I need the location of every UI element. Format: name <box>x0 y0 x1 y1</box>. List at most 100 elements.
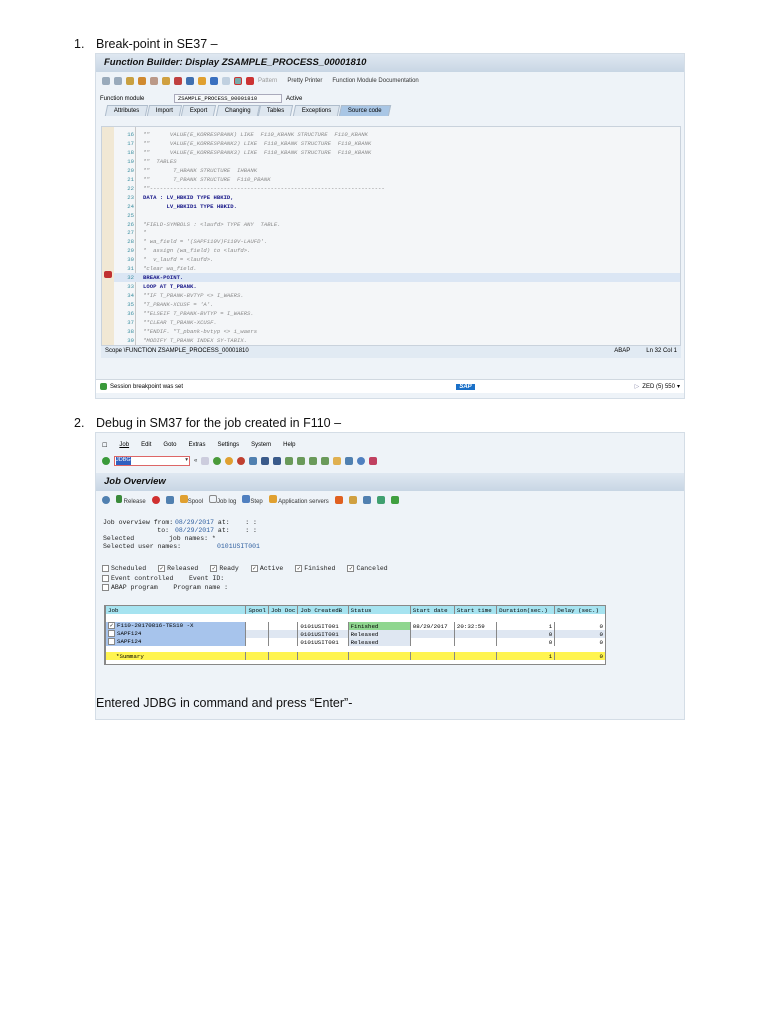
menu-job[interactable]: Job <box>119 442 129 449</box>
sort-ascending-icon[interactable] <box>376 495 385 504</box>
activate-icon[interactable] <box>150 76 158 85</box>
toggle-icon[interactable] <box>126 76 134 85</box>
code-line[interactable]: 20 *" T_HBANK STRUCTURE IHBANK <box>114 166 680 175</box>
checkbox[interactable] <box>102 565 109 572</box>
system-info[interactable]: ZED (5) 550 <box>642 384 675 390</box>
hierarchy-icon[interactable] <box>210 76 218 85</box>
column-header[interactable]: Start date <box>409 606 455 614</box>
details-icon[interactable] <box>334 495 343 504</box>
code-line[interactable]: 32 BREAK-POINT. <box>114 273 680 283</box>
tab-tables[interactable]: Tables <box>258 105 294 116</box>
menu-edit[interactable]: Edit <box>141 442 151 449</box>
table-row[interactable]: ✓ F110-20170816-TES10 -X 0101USIT001 Finish… <box>104 622 605 630</box>
dropdown-icon[interactable]: ▾ <box>677 383 680 390</box>
checkbox[interactable]: ✓ <box>210 565 218 572</box>
test-icon[interactable] <box>162 76 170 85</box>
navigation-icon[interactable] <box>198 76 206 85</box>
grid-icon[interactable] <box>348 495 357 504</box>
column-header[interactable]: Job CreatedB <box>297 606 349 614</box>
last-page-icon[interactable] <box>321 456 330 465</box>
column-header[interactable]: Job <box>104 606 246 614</box>
breakpoint-gutter[interactable] <box>102 127 114 345</box>
column-header[interactable]: Job Doc <box>267 606 298 614</box>
code-line[interactable]: 30 * v_laufd = <laufd>. <box>114 255 680 264</box>
menu-goto[interactable]: Goto <box>163 442 176 449</box>
set-breakpoint-icon[interactable] <box>234 76 242 85</box>
row-checkbox[interactable]: ✓ <box>108 622 115 630</box>
spool-button[interactable]: Spool <box>179 494 203 505</box>
code-line[interactable]: 31 *clear wa_field. <box>114 264 680 273</box>
code-line[interactable]: 16 *" VALUE(E_KORRESPBANK) LIKE F110_KBAN… <box>114 130 680 139</box>
column-header[interactable]: Spool <box>245 606 269 614</box>
back-icon[interactable] <box>213 456 222 465</box>
play-icon[interactable]: ▷ <box>635 383 640 390</box>
exit-icon[interactable] <box>225 456 234 465</box>
filter-scheduled[interactable]: Scheduled <box>102 565 146 572</box>
filter-ready[interactable]: ✓ Ready <box>210 565 239 572</box>
find-icon[interactable] <box>261 456 270 465</box>
tab-exceptions[interactable]: Exceptions <box>292 105 341 116</box>
cancel-icon[interactable] <box>237 456 246 465</box>
table-row[interactable]: SAPF124 0101USIT001 Released 0 0 <box>104 630 605 638</box>
first-page-icon[interactable] <box>285 456 294 465</box>
column-header[interactable]: Delay (sec.) <box>554 606 605 614</box>
menu-system[interactable]: System <box>251 442 271 449</box>
code-line[interactable]: 23 DATA : LV_HBKID TYPE HBKID, <box>114 193 680 202</box>
sort-descending-icon[interactable] <box>390 495 399 504</box>
fm-documentation-button[interactable]: Function Module Documentation <box>332 78 418 84</box>
forward-icon[interactable] <box>114 76 122 85</box>
menu-settings[interactable]: Settings <box>217 442 239 449</box>
release-button[interactable]: Release <box>116 494 146 505</box>
code-line[interactable]: 29 * assign (wa_field) to <laufd>. <box>114 246 680 255</box>
checkbox[interactable]: ✓ <box>158 565 166 572</box>
delete-breakpoint-icon[interactable] <box>246 76 254 85</box>
tab-import[interactable]: Import <box>147 105 183 116</box>
code-line[interactable]: 18 *" VALUE(E_KORRESPBANK3) LIKE F110_KBA… <box>114 148 680 157</box>
back-icon[interactable] <box>102 76 110 85</box>
pretty-printer-button[interactable]: Pretty Printer <box>287 78 322 84</box>
code-line[interactable]: 26 *FIELD-SYMBOLS : <laufd> TYPE ANY TABL… <box>114 220 680 229</box>
checkbox[interactable]: ✓ <box>250 565 258 572</box>
column-header[interactable]: Duration(sec.) <box>496 606 555 614</box>
pattern-button[interactable]: Pattern <box>258 78 277 84</box>
enter-icon[interactable] <box>102 456 110 465</box>
menu-extras[interactable]: Extras <box>188 442 205 449</box>
event-controlled-checkbox[interactable] <box>102 574 109 582</box>
checkbox[interactable]: ✓ <box>295 565 303 572</box>
tab-export[interactable]: Export <box>181 105 217 116</box>
code-line[interactable]: 19 *" TABLES <box>114 157 680 166</box>
filter-canceled[interactable]: ✓ Canceled <box>347 565 388 572</box>
code-line[interactable]: 27 * <box>114 228 680 237</box>
code-line[interactable]: 37 **CLEAR T_PBANK-XCUSF. <box>114 318 680 327</box>
filter-active[interactable]: ✓ Active <box>250 565 283 572</box>
code-line[interactable]: 36 **ELSEIF T_PBANK-BVTYP = I_WAERS. <box>114 309 680 318</box>
collapse-icon[interactable]: « <box>194 458 197 464</box>
row-checkbox[interactable] <box>108 638 115 646</box>
tab-changing[interactable]: Changing <box>215 105 260 116</box>
function-module-field[interactable]: ZSAMPLE_PROCESS_00001810 <box>174 94 282 103</box>
command-field[interactable]: JDBG ▾ <box>114 455 190 466</box>
menu-icon[interactable]: ☐ <box>102 442 107 449</box>
code-line[interactable]: 38 **ENDIF. "T_pbank-bvtyp <> i_waers <box>114 327 680 336</box>
layout-icon[interactable] <box>369 456 378 465</box>
print-icon[interactable] <box>249 456 258 465</box>
refresh-icon[interactable] <box>102 495 110 504</box>
stop-icon[interactable] <box>151 495 160 504</box>
help-icon[interactable] <box>357 456 366 465</box>
column-header[interactable]: Status <box>347 606 411 614</box>
job-log-button[interactable]: Job log <box>209 494 236 505</box>
application-servers-button[interactable]: Application servers <box>268 494 329 505</box>
source-code-editor[interactable]: 16 *" VALUE(E_KORRESPBANK) LIKE F110_KBAN… <box>101 126 681 346</box>
code-line[interactable]: 22 *"------------------------------------… <box>114 184 680 193</box>
window-icon[interactable] <box>222 76 230 85</box>
menu-help[interactable]: Help <box>283 442 295 449</box>
code-line[interactable]: 21 *" T_PBANK STRUCTURE F110_PBANK <box>114 175 680 184</box>
next-page-icon[interactable] <box>309 456 318 465</box>
code-line[interactable]: 28 * wa_field = '(SAPF110V)F110V-LAUFD'. <box>114 237 680 246</box>
create-session-icon[interactable] <box>333 456 342 465</box>
delete-icon[interactable] <box>165 495 174 504</box>
table-row[interactable]: SAPF124 0101USIT001 Released 0 0 <box>104 638 605 646</box>
where-used-icon[interactable] <box>174 76 182 85</box>
previous-page-icon[interactable] <box>297 456 306 465</box>
step-button[interactable]: Step <box>242 494 263 505</box>
